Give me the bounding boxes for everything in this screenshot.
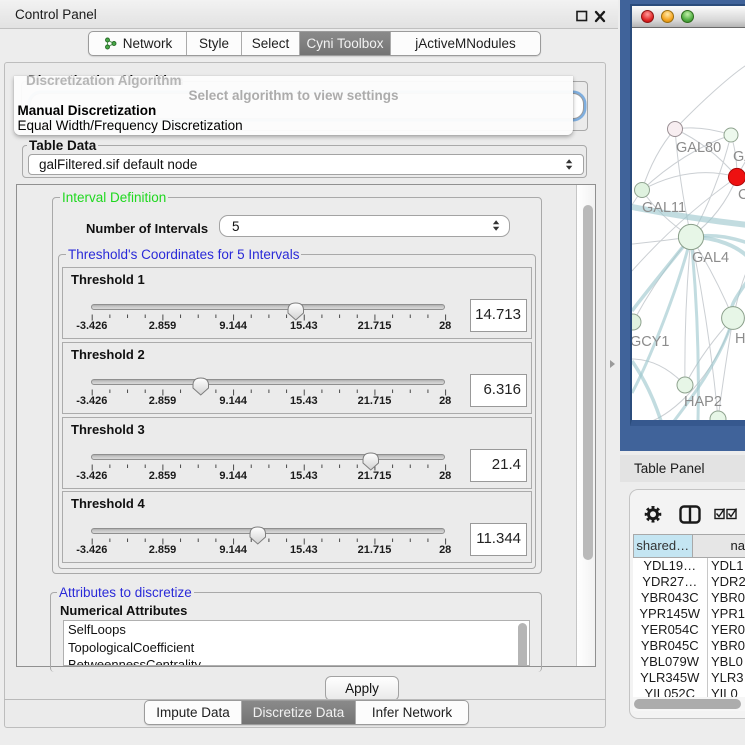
svg-text:H: H: [735, 331, 745, 347]
svg-text:GAL4: GAL4: [692, 250, 729, 266]
svg-text:GAL80: GAL80: [676, 140, 721, 156]
svg-text:GCY1: GCY1: [632, 334, 670, 350]
svg-text:HAP2: HAP2: [684, 394, 722, 410]
svg-text:GA: GA: [733, 149, 745, 165]
svg-text:GAL11: GAL11: [642, 200, 686, 216]
svg-text:CY: CY: [738, 187, 745, 203]
